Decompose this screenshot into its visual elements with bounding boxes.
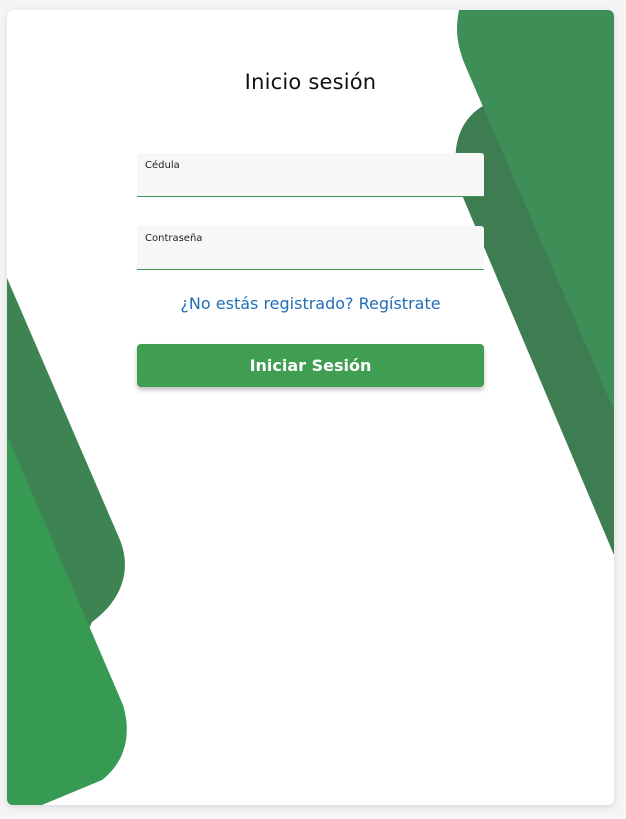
cedula-label: Cédula — [145, 160, 180, 171]
decorative-background-shapes — [7, 10, 614, 805]
login-card: Inicio sesión Cédula Contraseña ¿No está… — [7, 10, 614, 805]
cedula-input[interactable] — [145, 175, 475, 193]
page-title: Inicio sesión — [244, 70, 377, 94]
password-field[interactable]: Contraseña — [137, 226, 484, 270]
cedula-field[interactable]: Cédula — [137, 153, 484, 197]
register-link[interactable]: ¿No estás registrado? Regístrate — [7, 294, 614, 313]
login-button[interactable]: Iniciar Sesión — [137, 344, 484, 387]
password-input[interactable] — [145, 248, 475, 266]
password-label: Contraseña — [145, 233, 203, 244]
